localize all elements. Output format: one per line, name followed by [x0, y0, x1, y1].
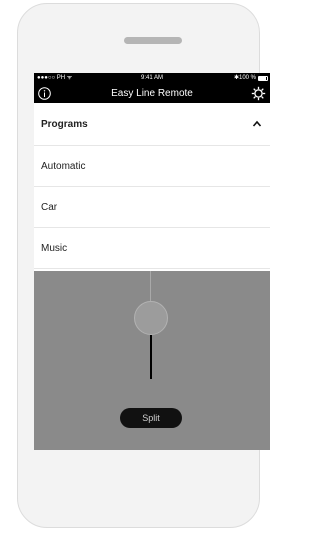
app-screen: ●●●○○ PH ᯤ 9:41 AM ✱100 % Easy Line Remo…	[34, 73, 270, 450]
programs-header[interactable]: Programs	[34, 103, 270, 146]
speaker-grille	[124, 37, 182, 44]
volume-control-panel: Split	[34, 271, 270, 450]
program-label: Music	[41, 243, 68, 254]
program-label: Automatic	[41, 161, 86, 172]
volume-track-upper	[150, 271, 151, 301]
status-bar: ●●●○○ PH ᯤ 9:41 AM ✱100 %	[34, 73, 270, 84]
program-item-music[interactable]: Music	[34, 228, 270, 269]
chevron-up-icon	[252, 120, 262, 127]
gear-icon[interactable]	[251, 86, 266, 101]
split-button[interactable]: Split	[120, 408, 182, 428]
volume-slider-knob[interactable]	[134, 301, 168, 335]
battery-level: ✱100 %	[233, 75, 256, 81]
program-item-automatic[interactable]: Automatic	[34, 146, 270, 187]
app-title: Easy Line Remote	[111, 88, 193, 99]
program-label: Car	[41, 202, 58, 213]
battery-icon	[258, 76, 268, 81]
volume-track-level	[150, 335, 152, 379]
program-item-car[interactable]: Car	[34, 187, 270, 228]
programs-header-label: Programs	[41, 119, 88, 130]
nav-bar: Easy Line Remote	[34, 84, 270, 103]
